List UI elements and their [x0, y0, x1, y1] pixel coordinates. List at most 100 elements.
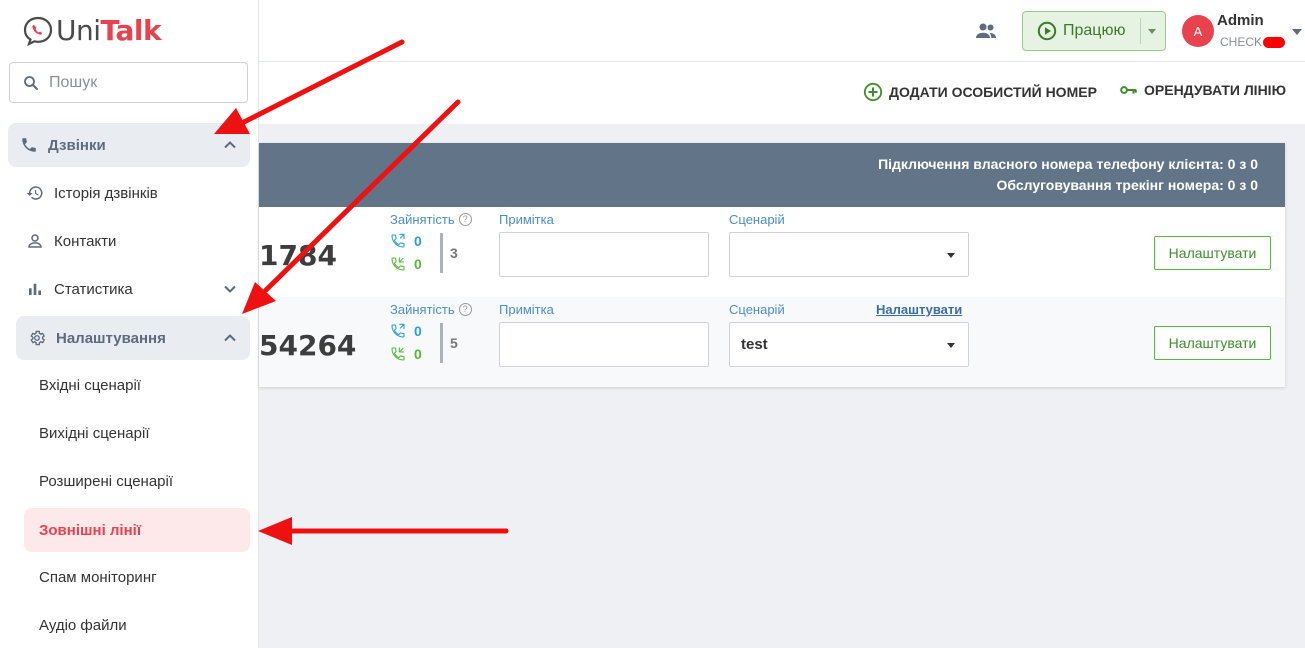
incoming-count-value: 0 [414, 233, 422, 249]
work-status-button[interactable]: Працюю [1022, 11, 1166, 51]
search-input[interactable] [49, 73, 229, 92]
divider [440, 323, 443, 363]
action-bar: ДОДАТИ ОСОБИСТИЙ НОМЕР ОРЕНДУВАТИ ЛІНІЮ [259, 62, 1305, 124]
incoming-count-value: 0 [414, 323, 422, 339]
chevron-up-icon [224, 141, 236, 149]
busy-label-text: Зайнятість [390, 212, 455, 227]
scenario-configure-link[interactable]: Налаштувати [876, 302, 962, 317]
outgoing-calls-count: 0 [390, 346, 422, 362]
chevron-down-icon [224, 285, 236, 293]
sidebar-item-label: Контакти [54, 232, 117, 250]
user-name[interactable]: Admin [1217, 12, 1264, 29]
external-lines-card: Підключення власного номера телефону клі… [259, 143, 1285, 387]
user-company: CHECK [1220, 35, 1286, 49]
caret-down-icon[interactable] [1148, 29, 1156, 34]
busy-label-text: Зайнятість [390, 302, 455, 317]
configure-line-button[interactable]: Налаштувати [1154, 236, 1271, 270]
redaction-mark [1263, 36, 1286, 48]
card-header: Підключення власного номера телефону клі… [259, 143, 1285, 207]
line-row: 54264 Зайнятість? 0 0 5 Примітка Сценарі… [259, 297, 1285, 387]
configure-line-button[interactable]: Налаштувати [1154, 326, 1271, 360]
gear-icon [30, 330, 46, 346]
tracking-number-quota: Обслуговування трекінг номера: 0 з 0 [996, 177, 1259, 193]
scenario-select-value: test [741, 336, 768, 353]
rent-line-label: ОРЕНДУВАТИ ЛІНІЮ [1144, 82, 1287, 98]
sidebar-group-settings[interactable]: Налаштування [16, 316, 250, 360]
help-icon[interactable]: ? [458, 213, 472, 226]
busy-label: Зайнятість? [390, 212, 472, 227]
sidebar-group-calls[interactable]: Дзвінки [8, 123, 250, 167]
rent-line-button[interactable]: ОРЕНДУВАТИ ЛІНІЮ [1120, 82, 1286, 98]
busy-label: Зайнятість? [390, 302, 472, 317]
sidebar-item-label: Вхідні сценарії [39, 376, 141, 394]
bar-chart-icon [29, 283, 41, 295]
sidebar-item-advanced-scenarios[interactable]: Розширені сценарії [24, 459, 250, 503]
note-input[interactable] [499, 322, 709, 367]
company-name: CHECK [1220, 35, 1263, 49]
caret-down-icon [947, 343, 955, 348]
sidebar-item-label: Спам моніторинг [39, 568, 157, 586]
sidebar-item-label: Аудіо файли [39, 616, 127, 634]
top-bar: Працюю A Admin CHECK [259, 0, 1305, 62]
sidebar-item-spam-monitoring[interactable]: Спам моніторинг [24, 555, 250, 599]
avatar[interactable]: A [1182, 15, 1214, 47]
work-status-label: Працюю [1063, 22, 1126, 39]
brand-name-uni: Uni [56, 14, 101, 47]
sidebar-item-contacts[interactable]: Контакти [16, 221, 250, 261]
sidebar-group-label: Дзвінки [48, 136, 106, 154]
sidebar-item-external-lines[interactable]: Зовнішні лінії [24, 508, 250, 552]
outgoing-call-icon [391, 257, 405, 271]
incoming-calls-count: 0 [390, 323, 422, 339]
help-icon[interactable]: ? [458, 303, 472, 316]
sidebar-item-incoming-scenarios[interactable]: Вхідні сценарії [24, 363, 250, 407]
phone-icon [22, 138, 36, 152]
history-icon [26, 186, 43, 200]
person-icon [28, 234, 42, 248]
scenario-select[interactable]: test [729, 322, 969, 367]
outgoing-calls-count: 0 [390, 256, 422, 272]
sidebar-item-outgoing-scenarios[interactable]: Вихідні сценарії [24, 411, 250, 455]
sidebar-item-label: Статистика [54, 280, 133, 298]
sidebar-item-label: Зовнішні лінії [39, 521, 142, 539]
note-input[interactable] [499, 232, 709, 277]
sidebar-item-audio-files[interactable]: Аудіо файли [24, 603, 250, 647]
add-personal-number-button[interactable]: ДОДАТИ ОСОБИСТИЙ НОМЕР [863, 82, 1097, 102]
people-icon[interactable] [974, 20, 998, 42]
add-personal-number-label: ДОДАТИ ОСОБИСТИЙ НОМЕР [889, 84, 1097, 100]
total-lines-value: 3 [450, 245, 458, 261]
line-phone-number: 54264 [259, 329, 357, 362]
play-circle-icon [1037, 21, 1057, 41]
search-box[interactable] [9, 62, 248, 103]
chevron-up-icon [224, 334, 236, 342]
chat-phone-logo-icon [23, 16, 53, 47]
plus-circle-icon [863, 82, 883, 102]
brand-name: UniTalk [56, 14, 162, 47]
scenario-label: Сценарій [729, 212, 785, 227]
sidebar-item-label: Розширені сценарії [39, 472, 174, 490]
sidebar-item-label: Історія дзвінків [54, 184, 158, 202]
incoming-call-icon [391, 233, 405, 248]
total-lines-value: 5 [450, 335, 458, 351]
scenario-select[interactable] [729, 232, 969, 277]
caret-down-icon [947, 253, 955, 258]
sidebar-item-call-history[interactable]: Історія дзвінків [16, 173, 250, 213]
incoming-calls-count: 0 [390, 233, 422, 249]
line-row: 1784 Зайнятість? 0 0 3 Примітка Сценарій… [259, 207, 1285, 297]
outgoing-count-value: 0 [414, 256, 422, 272]
divider [440, 233, 443, 273]
brand-name-talk: Talk [100, 14, 162, 47]
incoming-call-icon [391, 323, 405, 338]
annotation-arrow-external-lines [258, 517, 509, 545]
note-label: Примітка [499, 212, 554, 227]
logo[interactable]: UniTalk [22, 14, 162, 48]
outgoing-call-icon [391, 347, 405, 361]
client-number-quota: Підключення власного номера телефону клі… [878, 156, 1258, 172]
search-icon [24, 75, 38, 90]
outgoing-count-value: 0 [414, 346, 422, 362]
line-phone-number: 1784 [259, 239, 337, 272]
status-separator [1140, 18, 1141, 44]
sidebar-item-statistics[interactable]: Статистика [16, 269, 250, 309]
sidebar-group-label: Налаштування [56, 329, 166, 347]
caret-down-icon[interactable] [1292, 29, 1302, 35]
sidebar-item-label: Вихідні сценарії [39, 424, 150, 442]
